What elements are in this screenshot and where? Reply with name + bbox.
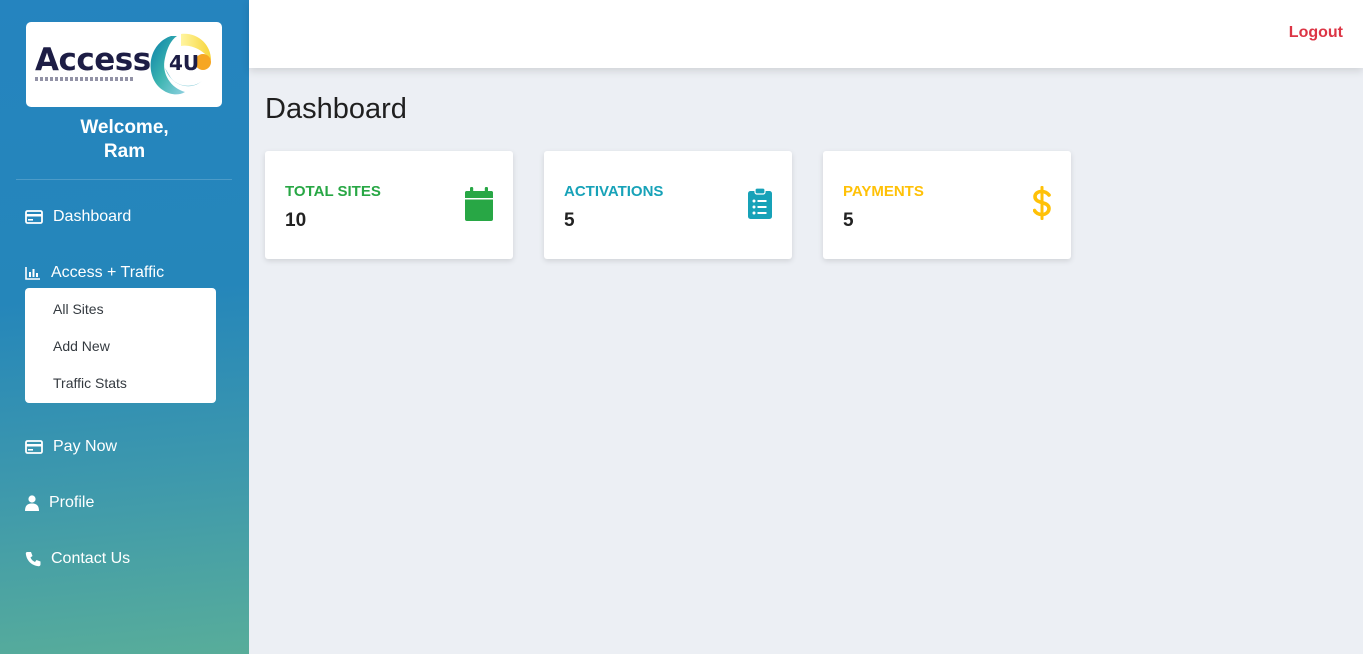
sidebar-item-pay-now[interactable]: Pay Now	[25, 435, 117, 459]
welcome-username: Ram	[103, 141, 146, 162]
page-title: Dashboard	[265, 93, 407, 125]
submenu-item-traffic-stats[interactable]: Traffic Stats	[53, 375, 127, 391]
stat-card-payments[interactable]: PAYMENTS 5	[823, 151, 1071, 259]
stat-card-activations[interactable]: ACTIVATIONS 5	[544, 151, 792, 259]
sidebar: Access 4U Welcome, Ram Dashboard Access …	[0, 0, 249, 654]
submenu-item-add-new[interactable]: Add New	[53, 338, 110, 354]
stat-card-value: 5	[564, 210, 575, 231]
stat-card-value: 10	[285, 210, 307, 231]
sidebar-item-label: Contact Us	[51, 550, 131, 567]
stat-card-value: 5	[843, 210, 854, 231]
sidebar-item-label: Access + Traffic	[51, 264, 165, 281]
sidebar-item-dashboard[interactable]: Dashboard	[25, 205, 131, 229]
welcome-greeting: Welcome,	[80, 117, 169, 138]
user-icon	[25, 495, 43, 511]
access-traffic-submenu: All Sites Add New Traffic Stats	[25, 288, 216, 403]
bar-chart-icon	[25, 266, 45, 280]
sidebar-item-label: Pay Now	[53, 438, 118, 455]
phone-icon	[25, 551, 45, 567]
sidebar-item-contact-us[interactable]: Contact Us	[25, 547, 130, 571]
clipboard-list-icon	[748, 187, 772, 224]
brand-logo[interactable]: Access 4U	[26, 22, 222, 107]
brand-mark-text: 4U	[169, 51, 199, 75]
logout-link[interactable]: Logout	[1289, 24, 1343, 42]
submenu-item-all-sites[interactable]: All Sites	[53, 301, 104, 317]
dollar-icon	[1032, 186, 1051, 225]
logo-tagline	[35, 77, 135, 81]
sidebar-item-label: Profile	[49, 494, 95, 511]
credit-card-icon	[25, 440, 47, 454]
brand-mark-icon: 4U	[150, 33, 211, 95]
brand-name: Access	[35, 42, 151, 78]
stat-card-label: TOTAL SITES	[285, 183, 381, 200]
stat-card-label: PAYMENTS	[843, 183, 924, 200]
stat-card-label: ACTIVATIONS	[564, 183, 664, 200]
sidebar-item-access-traffic[interactable]: Access + Traffic	[25, 261, 164, 285]
credit-card-icon	[25, 210, 47, 224]
calendar-icon	[465, 187, 493, 226]
sidebar-item-label: Dashboard	[53, 208, 132, 225]
welcome-message: Welcome, Ram	[0, 116, 249, 164]
stat-card-total-sites[interactable]: TOTAL SITES 10	[265, 151, 513, 259]
top-navbar: Logout	[249, 0, 1363, 68]
sidebar-item-profile[interactable]: Profile	[25, 491, 94, 515]
sidebar-divider	[16, 179, 232, 180]
